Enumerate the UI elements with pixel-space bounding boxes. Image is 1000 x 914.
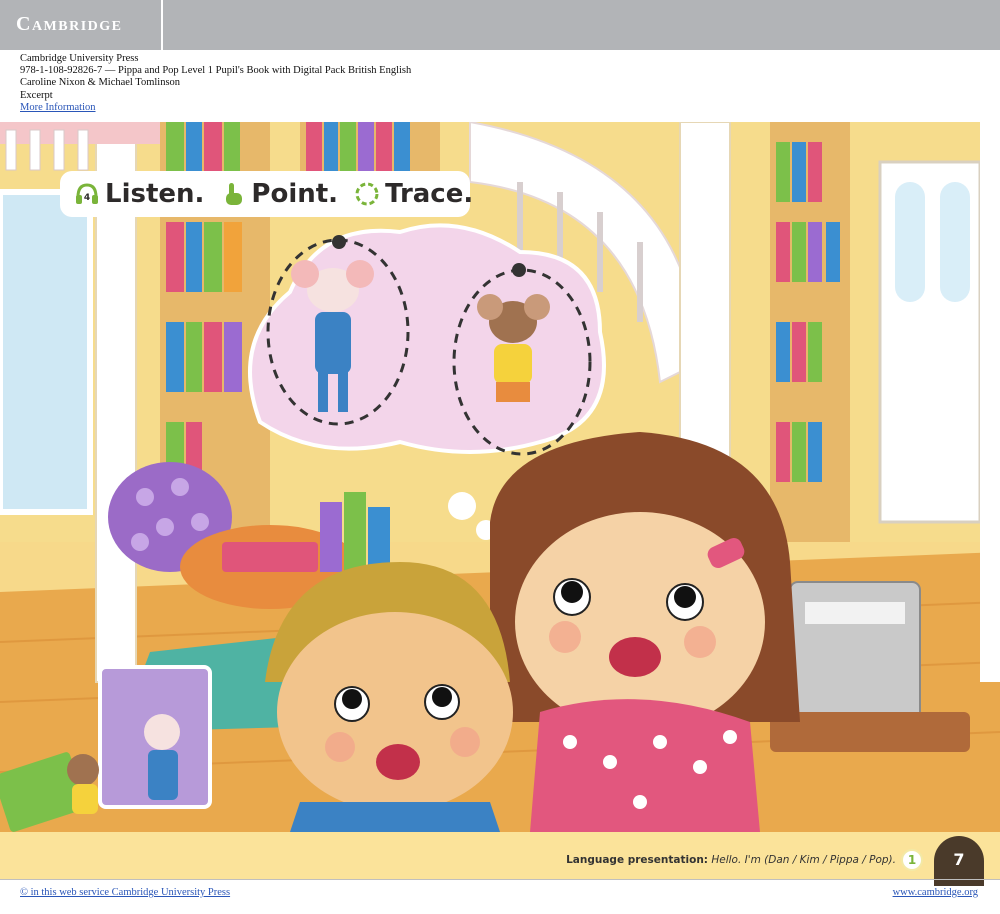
trace-step: Trace. — [354, 179, 473, 209]
cambridge-logo: Cambridge — [0, 0, 163, 50]
publication-meta: Cambridge University Press 978-1-108-928… — [20, 53, 720, 114]
girl-character — [490, 432, 800, 832]
isbn-title: 978-1-108-92826-7 — Pippa and Pop Level … — [20, 65, 412, 77]
header-bar: Cambridge — [0, 0, 1000, 50]
publisher-name: Cambridge University Press — [20, 53, 139, 64]
copyright-link[interactable]: © in this web service Cambridge Universi… — [20, 887, 230, 898]
language-presentation-text: Hello. I'm (Dan / Kim / Pippa / Pop). — [711, 854, 896, 866]
point-label: Point. — [251, 179, 339, 209]
point-step: Point. — [220, 179, 338, 209]
excerpt-label: Excerpt — [20, 89, 53, 101]
instruction-banner: 4 Listen. Point. Trace. — [60, 171, 473, 217]
dashed-circle-icon — [354, 181, 380, 207]
illustration-panel — [0, 122, 1000, 832]
library-scene-illustration — [0, 122, 1000, 832]
language-presentation: Language presentation: Hello. I'm (Dan /… — [566, 854, 896, 866]
trace-label: Trace. — [385, 179, 474, 209]
pointing-hand-icon — [220, 181, 246, 207]
language-presentation-label: Language presentation: — [566, 854, 708, 866]
more-information-link[interactable]: More Information — [20, 102, 720, 114]
website-link[interactable]: www.cambridge.org — [893, 887, 978, 898]
authors: Caroline Nixon & Michael Tomlinson — [20, 77, 181, 89]
footer-divider — [0, 879, 1000, 880]
track-number: 4 — [84, 193, 90, 203]
unit-number-badge: 1 — [901, 849, 923, 871]
headphones-icon: 4 — [74, 181, 100, 207]
listen-step: 4 Listen. — [74, 179, 204, 209]
listen-label: Listen. — [105, 179, 205, 209]
